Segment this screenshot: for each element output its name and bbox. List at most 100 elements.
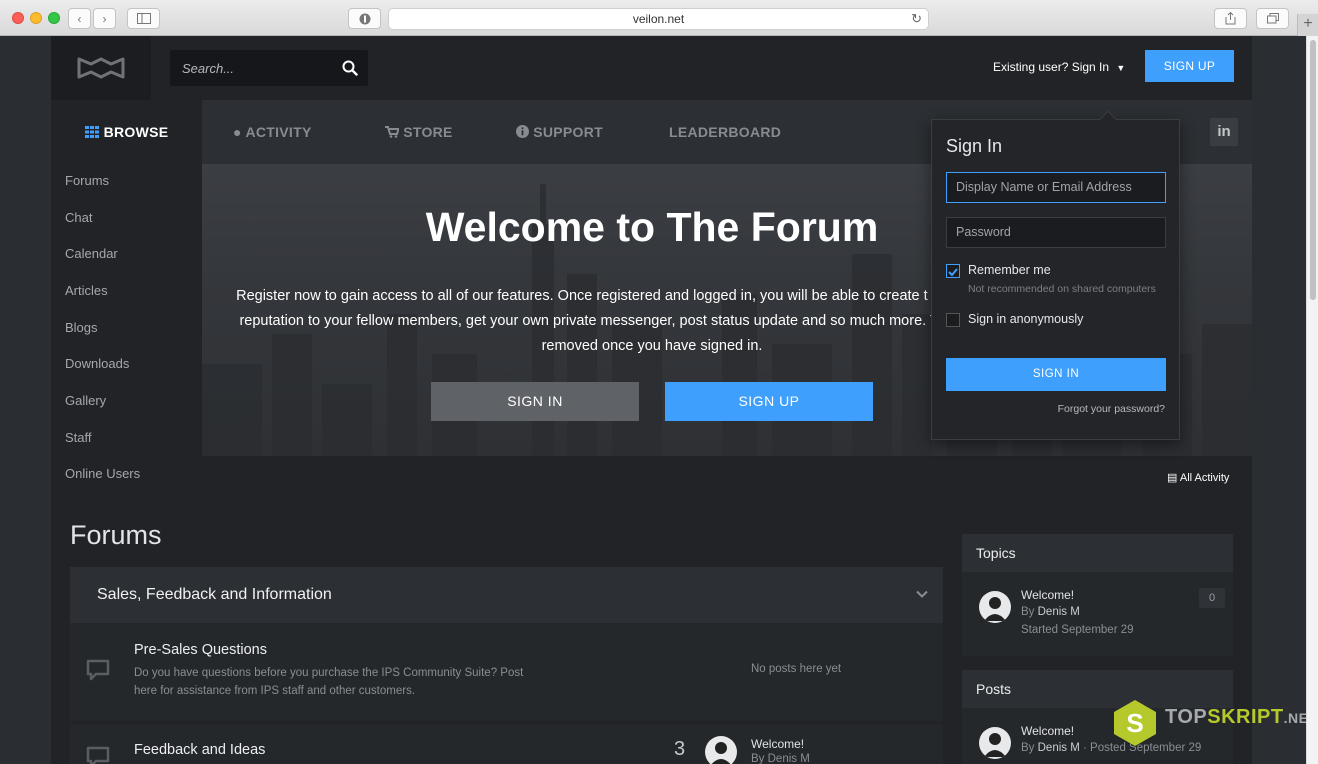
existing-user-signin-link[interactable]: Existing user? Sign In ▼	[993, 60, 1125, 74]
avatar[interactable]	[705, 736, 737, 764]
anonymous-label[interactable]: Sign in anonymously	[968, 312, 1083, 326]
forward-button[interactable]: ›	[93, 8, 116, 29]
hero-signin-button[interactable]: SIGN IN	[431, 382, 639, 421]
search-input[interactable]: Search...	[170, 50, 368, 86]
sidebar-toggle-button[interactable]	[127, 8, 160, 29]
site-logo[interactable]	[51, 36, 151, 100]
user-icon	[711, 742, 731, 764]
category-header[interactable]: Sales, Feedback and Information	[70, 567, 943, 623]
widget-header: Topics	[962, 534, 1233, 572]
forum-comment-icon	[86, 746, 110, 764]
nav-activity-label: ACTIVITY	[245, 124, 312, 140]
checkmark-icon	[948, 268, 958, 277]
chevron-down-icon[interactable]	[915, 587, 929, 601]
forum-description: Do you have questions before you purchas…	[134, 667, 524, 697]
reply-count-badge: 0	[1199, 588, 1225, 608]
hero-signup-button[interactable]: SIGN UP	[665, 382, 873, 421]
nav-leaderboard-tab[interactable]: LEADERBOARD	[669, 124, 781, 140]
forum-title[interactable]: Pre-Sales Questions	[134, 642, 267, 658]
dropdown-title: Sign In	[946, 136, 1003, 156]
nav-leaderboard-label: LEADERBOARD	[669, 124, 782, 140]
info-icon	[516, 125, 529, 138]
scrollbar-thumb[interactable]	[1310, 40, 1316, 300]
svg-text:S: S	[1126, 708, 1143, 738]
topics-widget: Topics Welcome! By Denis M Started Septe…	[962, 534, 1233, 656]
widget-title: Posts	[976, 681, 1012, 697]
zoom-window-button[interactable]	[48, 12, 60, 24]
post-author-prefix: By	[1021, 742, 1035, 754]
widget-header: Posts	[962, 670, 1233, 708]
site-header: Search... Existing user? Sign In ▼ SIGN …	[51, 36, 1252, 100]
search-icon[interactable]	[342, 60, 358, 76]
forum-post-count: 3	[674, 738, 686, 760]
forum-row[interactable]: Feedback and Ideas 3 Welcome! By Denis M	[70, 724, 943, 764]
signin-dropdown: Sign In Display Name or Email Address Pa…	[931, 110, 1180, 440]
topic-title[interactable]: Welcome!	[1021, 588, 1074, 602]
sidebar-item-chat[interactable]: Chat	[65, 210, 92, 225]
share-button[interactable]	[1214, 8, 1247, 29]
username-field[interactable]: Display Name or Email Address	[946, 172, 1166, 203]
sidebar-item-blogs[interactable]: Blogs	[65, 320, 98, 335]
chevron-left-icon: ‹	[77, 11, 82, 26]
grid-icon	[84, 126, 99, 138]
forum-last-post-author: By Denis M	[751, 753, 810, 764]
forum-last-post-title[interactable]: Welcome!	[751, 737, 804, 751]
sidebar-item-articles[interactable]: Articles	[65, 283, 108, 298]
forum-title[interactable]: Feedback and Ideas	[134, 742, 265, 758]
password-field[interactable]: Password	[946, 217, 1166, 248]
remember-me-checkbox[interactable]	[946, 264, 960, 278]
nav-store-tab[interactable]: STORE	[385, 124, 453, 140]
back-button[interactable]: ‹	[68, 8, 91, 29]
browser-toolbar: ‹ › veilon.net ↻ +	[0, 0, 1318, 36]
post-title[interactable]: Welcome!	[1021, 724, 1074, 738]
all-activity-link[interactable]: ▤ All Activity	[1167, 471, 1229, 484]
cart-icon	[385, 126, 400, 138]
search-placeholder: Search...	[182, 61, 235, 76]
logo-icon	[77, 57, 125, 79]
nav-support-tab[interactable]: SUPPORT	[516, 124, 603, 140]
nav-browse-tab[interactable]: BROWSE	[51, 100, 202, 164]
new-tab-button[interactable]: +	[1297, 14, 1318, 36]
address-bar[interactable]: veilon.net ↻	[388, 8, 929, 30]
close-window-button[interactable]	[12, 12, 24, 24]
sidebar-item-downloads[interactable]: Downloads	[65, 356, 129, 371]
nav-store-label: STORE	[403, 124, 453, 140]
nav-browse-label: BROWSE	[103, 124, 169, 140]
all-activity-label: All Activity	[1179, 472, 1230, 484]
sidebar-item-forums[interactable]: Forums	[65, 173, 109, 188]
nav-activity-tab[interactable]: ● ACTIVITY	[233, 124, 312, 140]
chevron-right-icon: ›	[102, 11, 107, 26]
browse-sidebar: Forums Chat Calendar Articles Blogs Down…	[51, 164, 202, 493]
url-text: veilon.net	[632, 12, 685, 26]
sidebar-item-calendar[interactable]: Calendar	[65, 246, 118, 261]
avatar[interactable]	[979, 727, 1011, 759]
topic-author-name[interactable]: Denis M	[1038, 606, 1080, 618]
watermark-part-3: .NET	[1283, 710, 1306, 726]
tabs-overview-button[interactable]	[1256, 8, 1289, 29]
linkedin-button[interactable]: in	[1210, 118, 1238, 146]
forum-last-post: No posts here yet	[751, 663, 842, 675]
signin-link-label: Existing user? Sign In	[993, 60, 1110, 74]
avatar[interactable]	[979, 591, 1011, 623]
minimize-window-button[interactable]	[30, 12, 42, 24]
anonymous-checkbox[interactable]	[946, 313, 960, 327]
post-author-name[interactable]: Denis M	[1038, 742, 1080, 754]
forgot-password-link[interactable]: Forgot your password?	[1058, 403, 1165, 415]
privacy-button[interactable]	[348, 8, 381, 29]
sidebar-item-gallery[interactable]: Gallery	[65, 393, 106, 408]
user-icon	[984, 733, 1006, 757]
header-signup-button[interactable]: SIGN UP	[1145, 50, 1234, 82]
sidebar-item-online-users[interactable]: Online Users	[65, 466, 140, 481]
remember-me-hint: Not recommended on shared computers	[968, 283, 1156, 295]
watermark-logo-icon: S	[1114, 700, 1156, 746]
webpage: Search... Existing user? Sign In ▼ SIGN …	[0, 36, 1306, 764]
topic-author: By Denis M	[1021, 606, 1080, 618]
forum-row[interactable]: Pre-Sales Questions Do you have question…	[70, 623, 943, 721]
signin-submit-button[interactable]: SIGN IN	[946, 358, 1166, 391]
reload-icon[interactable]: ↻	[911, 9, 922, 29]
remember-me-label[interactable]: Remember me	[968, 263, 1051, 277]
sidebar-item-staff[interactable]: Staff	[65, 430, 92, 445]
sidebar-icon	[136, 13, 151, 24]
page-scrollbar[interactable]	[1306, 36, 1318, 764]
tabs-icon	[1266, 13, 1279, 24]
